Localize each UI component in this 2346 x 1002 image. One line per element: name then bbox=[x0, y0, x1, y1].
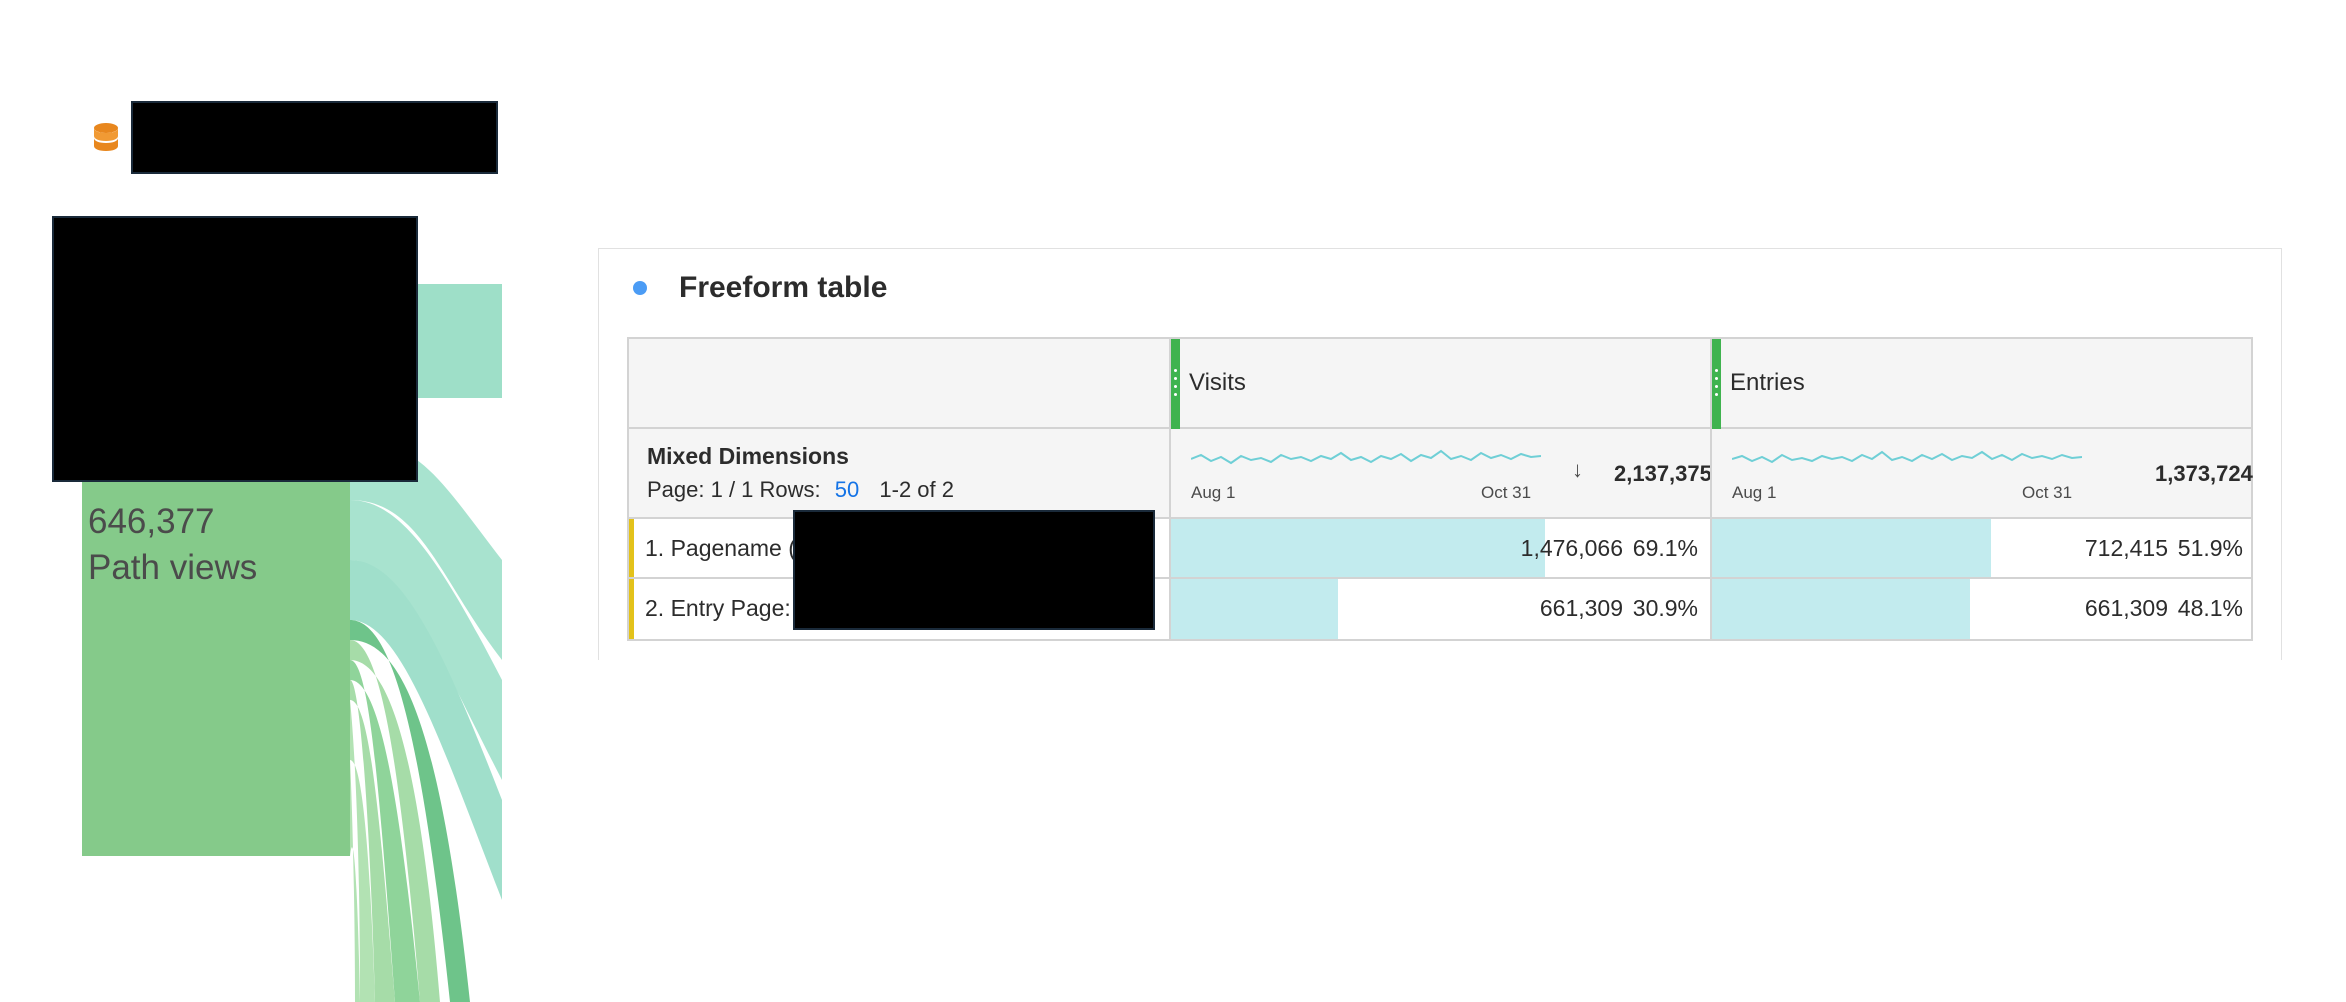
entries-value: 661,309 bbox=[2084, 595, 2168, 621]
panel-title[interactable]: Freeform table bbox=[679, 271, 887, 305]
visits-percent: 30.9% bbox=[1632, 595, 1698, 621]
entries-value: 712,415 bbox=[2084, 535, 2168, 561]
table-header-row: Visits Entries bbox=[629, 339, 2251, 429]
sort-descending-icon[interactable]: ↓ bbox=[1572, 457, 1583, 483]
row-label[interactable]: 1. Pagename ( bbox=[645, 535, 796, 562]
visits-value: 661,309 bbox=[1539, 595, 1623, 621]
redacted-row-label bbox=[793, 510, 1155, 630]
entries-bar bbox=[1711, 579, 1971, 639]
redacted-node-label bbox=[52, 216, 418, 482]
range-text: 1-2 of 2 bbox=[879, 477, 954, 502]
table-summary-row: Mixed Dimensions Page: 1 / 1 Rows: 50 1-… bbox=[629, 429, 2253, 519]
sparkline-entries-start: Aug 1 bbox=[1732, 483, 1777, 502]
dimension-title[interactable]: Mixed Dimensions bbox=[647, 443, 849, 470]
column-drag-handle-visits[interactable] bbox=[1171, 339, 1180, 429]
total-entries: 1,373,724 bbox=[2155, 461, 2253, 486]
database-icon bbox=[94, 123, 118, 151]
column-header-entries[interactable]: Entries bbox=[1730, 369, 1805, 397]
page-text: Page: 1 / 1 Rows: bbox=[647, 477, 821, 502]
path-views-label: Path views bbox=[88, 548, 258, 587]
entries-percent: 51.9% bbox=[2177, 535, 2243, 561]
sparkline-visits bbox=[1191, 449, 1541, 465]
visits-value: 1,476,066 bbox=[1520, 535, 1623, 561]
visits-bar bbox=[1170, 579, 1338, 639]
sparkline-entries bbox=[1732, 450, 2082, 464]
visits-bar bbox=[1170, 519, 1545, 577]
visits-percent: 69.1% bbox=[1632, 535, 1698, 561]
flow-branch-top[interactable] bbox=[418, 284, 502, 398]
column-divider bbox=[1169, 339, 1171, 639]
path-views-count: 646,377 bbox=[88, 502, 215, 541]
flow-node-main[interactable] bbox=[82, 430, 350, 856]
row-marker bbox=[629, 519, 634, 577]
sparkline-visits-end: Oct 31 bbox=[1481, 483, 1532, 502]
row-label[interactable]: 2. Entry Page: bbox=[645, 595, 791, 622]
sparkline-visits-start: Aug 1 bbox=[1191, 483, 1236, 502]
entries-percent: 48.1% bbox=[2177, 595, 2243, 621]
pagination-info: Page: 1 / 1 Rows: 50 1-2 of 2 bbox=[647, 477, 954, 503]
sparkline-entries-end: Oct 31 bbox=[2022, 483, 2073, 502]
entries-bar bbox=[1711, 519, 1991, 577]
panel-status-dot[interactable] bbox=[633, 281, 647, 295]
column-drag-handle-entries[interactable] bbox=[1712, 339, 1721, 429]
column-header-visits[interactable]: Visits bbox=[1189, 369, 1246, 397]
redacted-title bbox=[131, 101, 498, 174]
row-marker bbox=[629, 579, 634, 639]
column-divider bbox=[1710, 339, 1712, 639]
total-visits: 2,137,375 bbox=[1614, 461, 1712, 486]
rows-per-page-select[interactable]: 50 bbox=[835, 477, 859, 502]
